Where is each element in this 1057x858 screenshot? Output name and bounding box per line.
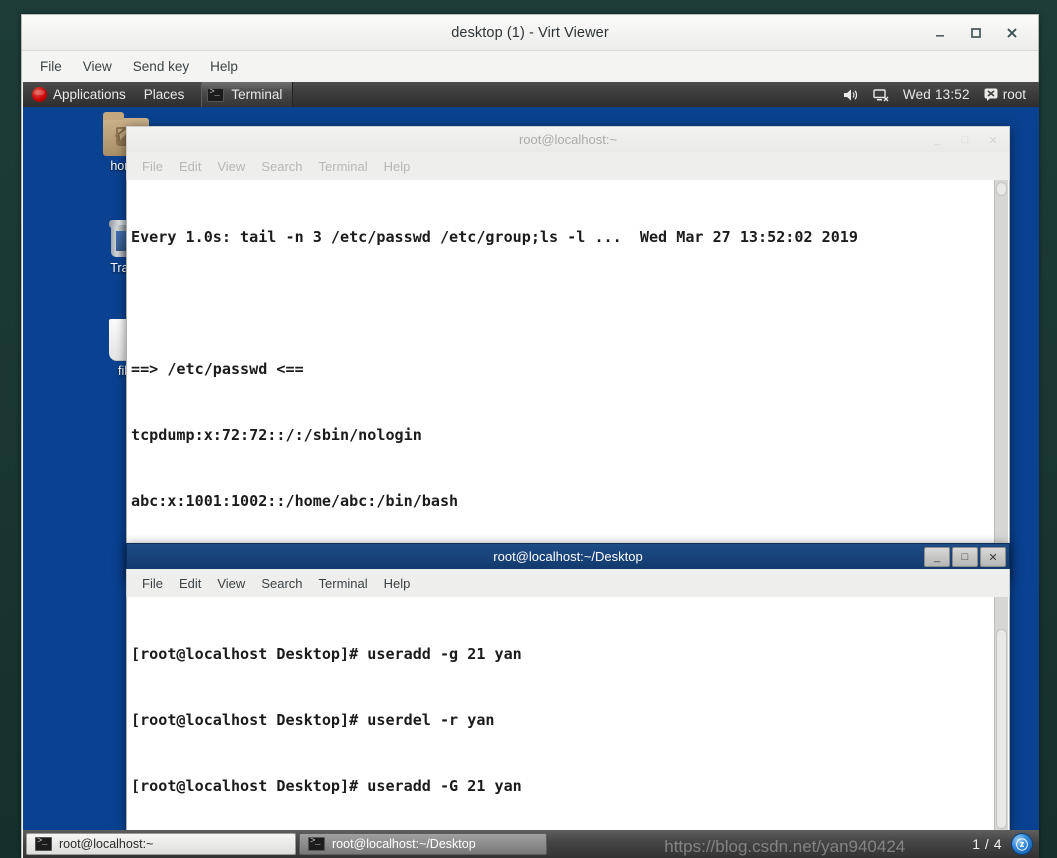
menu-terminal[interactable]: Terminal — [312, 156, 375, 177]
virt-viewer-titlebar: desktop (1) - Virt Viewer — [22, 15, 1038, 51]
virt-viewer-title: desktop (1) - Virt Viewer — [451, 24, 609, 41]
close-icon[interactable] — [1002, 23, 1022, 43]
terminal-line: [root@localhost Desktop]# useradd -G 21 … — [131, 777, 522, 795]
gnome-bottom-taskbar: root@localhost:~ root@localhost:~/Deskto… — [23, 830, 1039, 858]
scrollbar-thumb[interactable] — [996, 629, 1007, 829]
terminal-icon — [308, 836, 325, 851]
menu-file[interactable]: File — [135, 573, 170, 594]
taskbar-item-root-desktop[interactable]: root@localhost:~/Desktop — [299, 833, 547, 855]
user-chat-icon — [984, 88, 998, 101]
clock[interactable]: Wed 13:52 — [896, 82, 977, 107]
menu-help[interactable]: Help — [202, 56, 246, 77]
screenshot-root: desktop (1) - Virt Viewer File View Send… — [0, 0, 1057, 858]
gnome-top-panel: Applications Places Terminal — [23, 82, 1039, 107]
panel-left: Applications Places Terminal — [23, 82, 294, 107]
places-menu[interactable]: Places — [135, 82, 194, 107]
taskbar-item-label: root@localhost:~/Desktop — [332, 837, 476, 851]
terminal-icon — [35, 836, 52, 851]
menu-help[interactable]: Help — [377, 156, 418, 177]
taskbar-item-label: root@localhost:~ — [59, 837, 154, 851]
panel-right: Wed 13:52 root — [836, 82, 1039, 107]
terminal-line: ==> /etc/passwd <== — [131, 360, 304, 378]
panel-window-label: Terminal — [231, 87, 283, 102]
applications-menu[interactable]: Applications — [23, 82, 135, 107]
maximize-icon[interactable]: □ — [952, 547, 978, 567]
workspace-switcher[interactable]: 1 / 4 — [970, 836, 1004, 852]
minimize-icon[interactable] — [930, 23, 950, 43]
terminal-top-titlebar: root@localhost:~ _ □ ✕ — [126, 126, 1010, 152]
maximize-icon[interactable] — [966, 23, 986, 43]
volume-icon[interactable] — [836, 82, 866, 107]
user-menu[interactable]: root — [977, 82, 1033, 107]
terminal-top-scrollbar[interactable] — [994, 180, 1008, 581]
network-disconnected-icon[interactable] — [866, 82, 896, 107]
guest-desktop: Applications Places Terminal — [23, 82, 1039, 858]
terminal-bottom-titlebar: root@localhost:~/Desktop _ □ ✕ — [126, 543, 1010, 569]
terminal-icon — [207, 87, 225, 102]
applications-label: Applications — [53, 87, 126, 102]
terminal-line: abc:x:1001:1002::/home/abc:/bin/bash — [131, 492, 459, 510]
clock-label: Wed 13:52 — [902, 87, 970, 102]
terminal-bottom-output[interactable]: [root@localhost Desktop]# useradd -g 21 … — [126, 597, 1010, 831]
menu-search[interactable]: Search — [254, 156, 309, 177]
menu-file[interactable]: File — [32, 56, 70, 77]
menu-send-key[interactable]: Send key — [125, 56, 197, 77]
menu-view[interactable]: View — [210, 156, 252, 177]
taskbar-item-root-home[interactable]: root@localhost:~ — [26, 833, 296, 855]
terminal-top-menubar: File Edit View Search Terminal Help — [126, 152, 1010, 180]
minimize-icon[interactable]: _ — [924, 547, 950, 567]
terminal-line: [root@localhost Desktop]# userdel -r yan — [131, 711, 495, 729]
menu-edit[interactable]: Edit — [172, 573, 208, 594]
maximize-icon[interactable]: □ — [952, 130, 978, 150]
scrollbar-thumb[interactable] — [996, 182, 1007, 196]
terminal-bottom-scrollbar[interactable] — [994, 597, 1008, 831]
taskbar-spacer: https://blog.csdn.net/yan940424 — [550, 830, 967, 858]
close-icon[interactable]: ✕ — [980, 547, 1006, 567]
terminal-bottom-title: root@localhost:~/Desktop — [493, 549, 643, 564]
terminal-window-bottom[interactable]: root@localhost:~/Desktop _ □ ✕ File Edit… — [126, 543, 1010, 831]
menu-file[interactable]: File — [135, 156, 170, 177]
menu-view[interactable]: View — [75, 56, 120, 77]
watermark-text: https://blog.csdn.net/yan940424 — [664, 837, 906, 856]
terminal-line: Every 1.0s: tail -n 3 /etc/passwd /etc/g… — [131, 228, 858, 246]
terminal-top-title: root@localhost:~ — [518, 132, 618, 147]
minimize-icon[interactable]: _ — [924, 130, 950, 150]
menu-help[interactable]: Help — [377, 573, 418, 594]
redhat-logo-icon — [32, 87, 47, 102]
virt-viewer-window-controls — [930, 15, 1030, 51]
terminal-bottom-menubar: File Edit View Search Terminal Help — [126, 569, 1010, 597]
menu-edit[interactable]: Edit — [172, 156, 208, 177]
show-desktop-icon[interactable]: ⓩ — [1011, 833, 1033, 855]
virt-viewer-menubar: File View Send key Help — [22, 51, 1038, 81]
menu-terminal[interactable]: Terminal — [312, 573, 375, 594]
terminal-bottom-window-controls: _ □ ✕ — [924, 547, 1006, 567]
terminal-window-top[interactable]: root@localhost:~ _ □ ✕ File Edit View Se… — [126, 126, 1010, 581]
terminal-line: tcpdump:x:72:72::/:/sbin/nologin — [131, 426, 422, 444]
taskbar-right: 1 / 4 ⓩ — [970, 833, 1036, 855]
menu-view[interactable]: View — [210, 573, 252, 594]
user-label: root — [1002, 87, 1026, 102]
terminal-line: [root@localhost Desktop]# useradd -g 21 … — [131, 645, 522, 663]
terminal-top-output[interactable]: Every 1.0s: tail -n 3 /etc/passwd /etc/g… — [126, 180, 1010, 581]
close-icon[interactable]: ✕ — [980, 130, 1006, 150]
places-label: Places — [143, 87, 185, 102]
virt-viewer-window: desktop (1) - Virt Viewer File View Send… — [21, 14, 1039, 858]
panel-window-button-terminal[interactable]: Terminal — [201, 82, 294, 107]
terminal-top-window-controls: _ □ ✕ — [924, 130, 1006, 150]
menu-search[interactable]: Search — [254, 573, 309, 594]
